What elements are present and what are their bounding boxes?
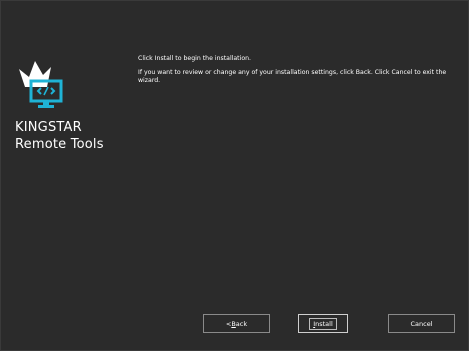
brand-line-remote-tools: Remote Tools [15, 137, 104, 152]
install-instructions: Click Install to begin the installation.… [138, 55, 456, 91]
installer-window: KINGSTAR Remote Tools Click Install to b… [0, 0, 469, 351]
instruction-line-1: Click Install to begin the installation. [138, 55, 252, 62]
kingstar-logo-icon [19, 61, 63, 108]
install-button-label-rest: nstall [315, 319, 333, 328]
back-button[interactable]: < Back [203, 314, 270, 333]
brand-line-kingstar: KINGSTAR [15, 120, 82, 135]
back-button-label-rest: ack [235, 319, 248, 328]
product-name: KINGSTAR Remote Tools [15, 119, 104, 153]
instruction-line-2: If you want to review or change any of y… [138, 69, 447, 84]
sidebar: KINGSTAR Remote Tools [1, 1, 131, 341]
crown-icon [19, 61, 51, 87]
install-button[interactable]: Install [298, 314, 348, 333]
install-button-focus: Install [309, 317, 337, 330]
cancel-button[interactable]: Cancel [388, 314, 455, 333]
